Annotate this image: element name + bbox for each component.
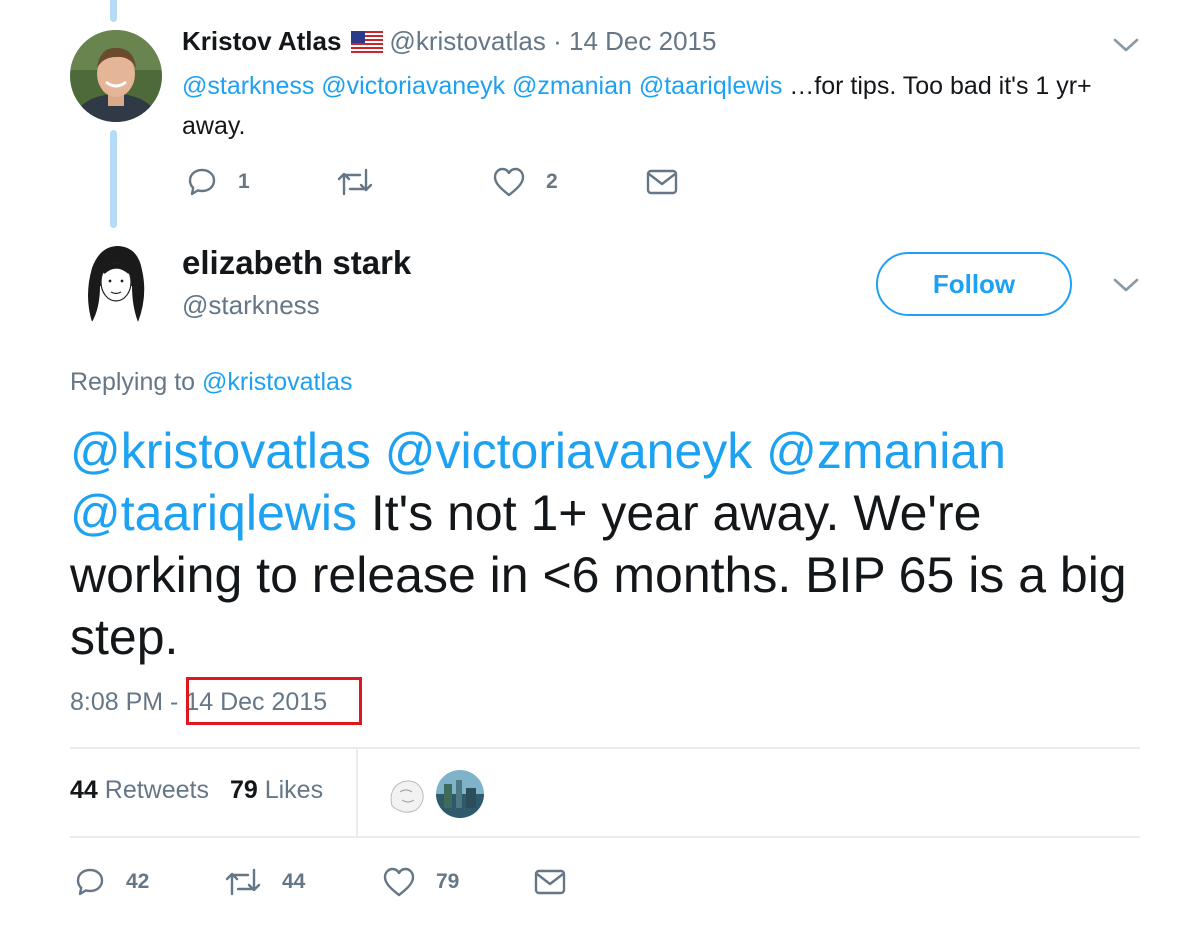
like-count: 2: [546, 170, 558, 193]
tweet-text: @kristovatlas @victoriavaneyk @zmanian @…: [70, 420, 1150, 668]
tweet-text: @starkness @victoriavaneyk @zmanian @taa…: [182, 66, 1122, 146]
replying-prefix: Replying to: [70, 368, 203, 396]
time-separator: -: [163, 688, 186, 716]
retweet-button[interactable]: [336, 162, 394, 202]
tweet-date[interactable]: 14 Dec 2015: [569, 26, 716, 56]
replying-to: Replying to @kristovatlas: [70, 368, 352, 397]
heart-icon: [493, 167, 525, 197]
reply-count: 42: [126, 870, 150, 893]
tweet-actions: 1 2: [186, 162, 706, 202]
meta-separator: ·: [553, 26, 562, 56]
retweet-count: 44: [282, 870, 306, 893]
author-handle[interactable]: @kristovatlas: [389, 26, 545, 56]
direct-message-button[interactable]: [534, 862, 566, 902]
author-handle[interactable]: @starkness: [182, 290, 320, 321]
avatar[interactable]: [70, 236, 162, 328]
replying-handle[interactable]: @kristovatlas: [202, 368, 352, 396]
heart-icon: [383, 867, 415, 897]
tweet-mentions[interactable]: @starkness @victoriavaneyk @zmanian @taa…: [182, 72, 782, 100]
likes-stat[interactable]: 79 Likes: [230, 776, 323, 804]
author-name[interactable]: Kristov Atlas: [182, 26, 341, 56]
envelope-icon: [534, 869, 566, 895]
retweet-button[interactable]: 44: [224, 862, 305, 902]
likes-count: 79: [229, 776, 258, 804]
liker-avatar[interactable]: [436, 770, 484, 818]
tweet-time: 8:08 PM: [70, 688, 164, 716]
date-highlight-box: [186, 677, 362, 725]
retweet-icon: [337, 168, 373, 196]
retweets-stat[interactable]: 44 Retweets: [70, 776, 209, 804]
like-button[interactable]: 79: [382, 862, 459, 902]
divider: [70, 747, 1140, 749]
retweets-label: Retweets: [104, 776, 209, 804]
avatar[interactable]: [70, 30, 162, 122]
tweet-stats: 44 Retweets 79 Likes: [70, 776, 323, 805]
retweet-icon: [225, 868, 261, 896]
divider: [70, 836, 1140, 838]
liker-avatar[interactable]: [382, 770, 430, 818]
likes-label: Likes: [264, 776, 324, 804]
tweet-header: Kristov Atlas @kristovatlas · 14 Dec 201…: [182, 26, 716, 60]
reply-button[interactable]: 1: [186, 162, 250, 202]
thread-line: [110, 0, 117, 22]
follow-button[interactable]: Follow: [876, 252, 1072, 316]
reply-count: 1: [238, 170, 250, 193]
retweets-count: 44: [70, 776, 98, 804]
chevron-down-icon[interactable]: [1112, 276, 1140, 299]
like-count: 79: [436, 870, 460, 893]
reply-icon: [188, 168, 216, 196]
us-flag-icon: [351, 29, 384, 60]
divider: [356, 749, 358, 836]
reply-button[interactable]: 42: [74, 862, 149, 902]
reply-icon: [76, 868, 104, 896]
envelope-icon: [646, 169, 678, 195]
direct-message-button[interactable]: [646, 162, 678, 202]
thread-line: [110, 130, 117, 228]
like-button[interactable]: 2: [492, 162, 558, 202]
chevron-down-icon[interactable]: [1112, 36, 1140, 59]
author-name[interactable]: elizabeth stark: [182, 244, 411, 282]
tweet-actions: 42 44 79: [74, 862, 594, 902]
